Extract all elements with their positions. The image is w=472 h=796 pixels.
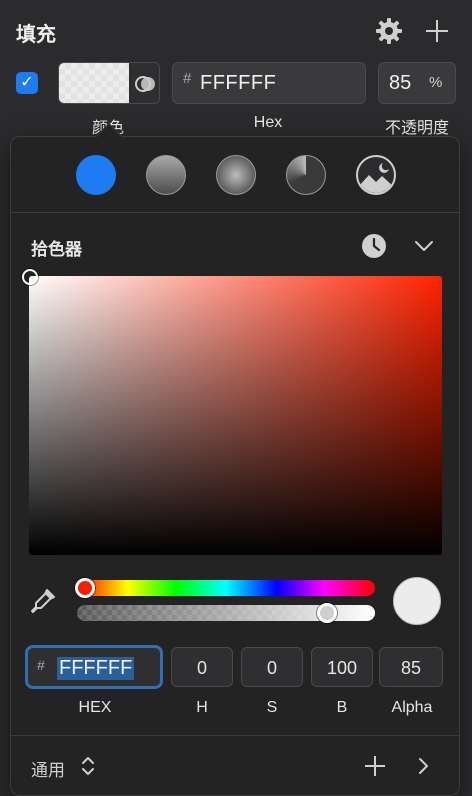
chevron-up-down-icon[interactable]: [79, 754, 97, 778]
picker-title: 拾色器: [31, 240, 82, 259]
fill-opacity-field[interactable]: 85 %: [378, 62, 456, 104]
clock-icon[interactable]: [361, 233, 387, 259]
radial-gradient-icon[interactable]: [216, 155, 256, 195]
b-label: B: [336, 699, 348, 716]
hex-input-hash: #: [37, 657, 45, 673]
hex-input[interactable]: # FFFFFF: [25, 645, 163, 689]
chevron-right-icon[interactable]: [413, 754, 433, 778]
gear-icon[interactable]: [374, 16, 404, 46]
fill-hex-field[interactable]: # FFFFFF: [172, 62, 366, 104]
fill-hex-label: Hex: [253, 114, 283, 131]
saturation-value[interactable]: 0: [242, 658, 302, 679]
alpha-value[interactable]: 85: [380, 658, 442, 679]
hex-hash-symbol: #: [183, 70, 192, 87]
color-values-row: # FFFFFF 0 0 100 85 HEX H S B Alpha: [11, 643, 459, 723]
image-fill-icon[interactable]: [356, 155, 396, 195]
solid-fill-icon[interactable]: [76, 155, 116, 195]
hue-slider[interactable]: [77, 580, 375, 596]
hex-input-value[interactable]: FFFFFF: [57, 657, 135, 680]
alpha-slider-handle[interactable]: [317, 603, 337, 623]
fill-opacity-label: 不透明度: [384, 120, 449, 137]
color-picker-popover: 拾色器 # FFFFFF 0 0 100 85 HEX H S B Alpha …: [10, 122, 460, 796]
blend-mode-icon[interactable]: [129, 63, 159, 103]
fill-hex-value[interactable]: FFFFFF: [200, 72, 276, 95]
eyedropper-icon[interactable]: [29, 587, 57, 615]
saturation-input[interactable]: 0: [241, 647, 303, 687]
popover-footer: 通用: [11, 735, 459, 795]
fill-header: 填充: [0, 0, 472, 60]
fill-enabled-checkbox[interactable]: ✓: [16, 72, 38, 94]
picker-header: 拾色器: [11, 213, 459, 275]
s-label: S: [266, 699, 278, 716]
saturation-brightness-handle[interactable]: [22, 269, 38, 285]
color-swatch-preview[interactable]: [59, 63, 129, 103]
hex-label: HEX: [78, 699, 112, 716]
add-preset-icon[interactable]: [361, 752, 389, 780]
h-label: H: [196, 699, 208, 716]
brightness-input[interactable]: 100: [311, 647, 373, 687]
hue-slider-handle[interactable]: [75, 578, 95, 598]
angular-gradient-icon[interactable]: [286, 155, 326, 195]
fill-row: ✓ # FFFFFF 85 % 颜色 Hex 不透明度: [0, 60, 472, 137]
preset-selector-label[interactable]: 通用: [31, 756, 65, 781]
fill-opacity-value[interactable]: 85: [389, 72, 411, 95]
chevron-down-icon[interactable]: [411, 233, 437, 259]
opacity-unit: %: [429, 74, 443, 91]
hue-input[interactable]: 0: [171, 647, 233, 687]
saturation-brightness-area[interactable]: [22, 269, 442, 555]
fill-color-swatch[interactable]: [58, 62, 160, 104]
add-fill-icon[interactable]: [422, 16, 452, 46]
hue-value[interactable]: 0: [172, 658, 232, 679]
alpha-label: Alpha: [391, 699, 433, 716]
linear-gradient-icon[interactable]: [146, 155, 186, 195]
alpha-input[interactable]: 85: [379, 647, 443, 687]
fill-title: 填充: [16, 24, 56, 46]
fill-type-selector: [11, 137, 459, 213]
brightness-value[interactable]: 100: [312, 658, 372, 679]
color-preview: [393, 577, 441, 625]
